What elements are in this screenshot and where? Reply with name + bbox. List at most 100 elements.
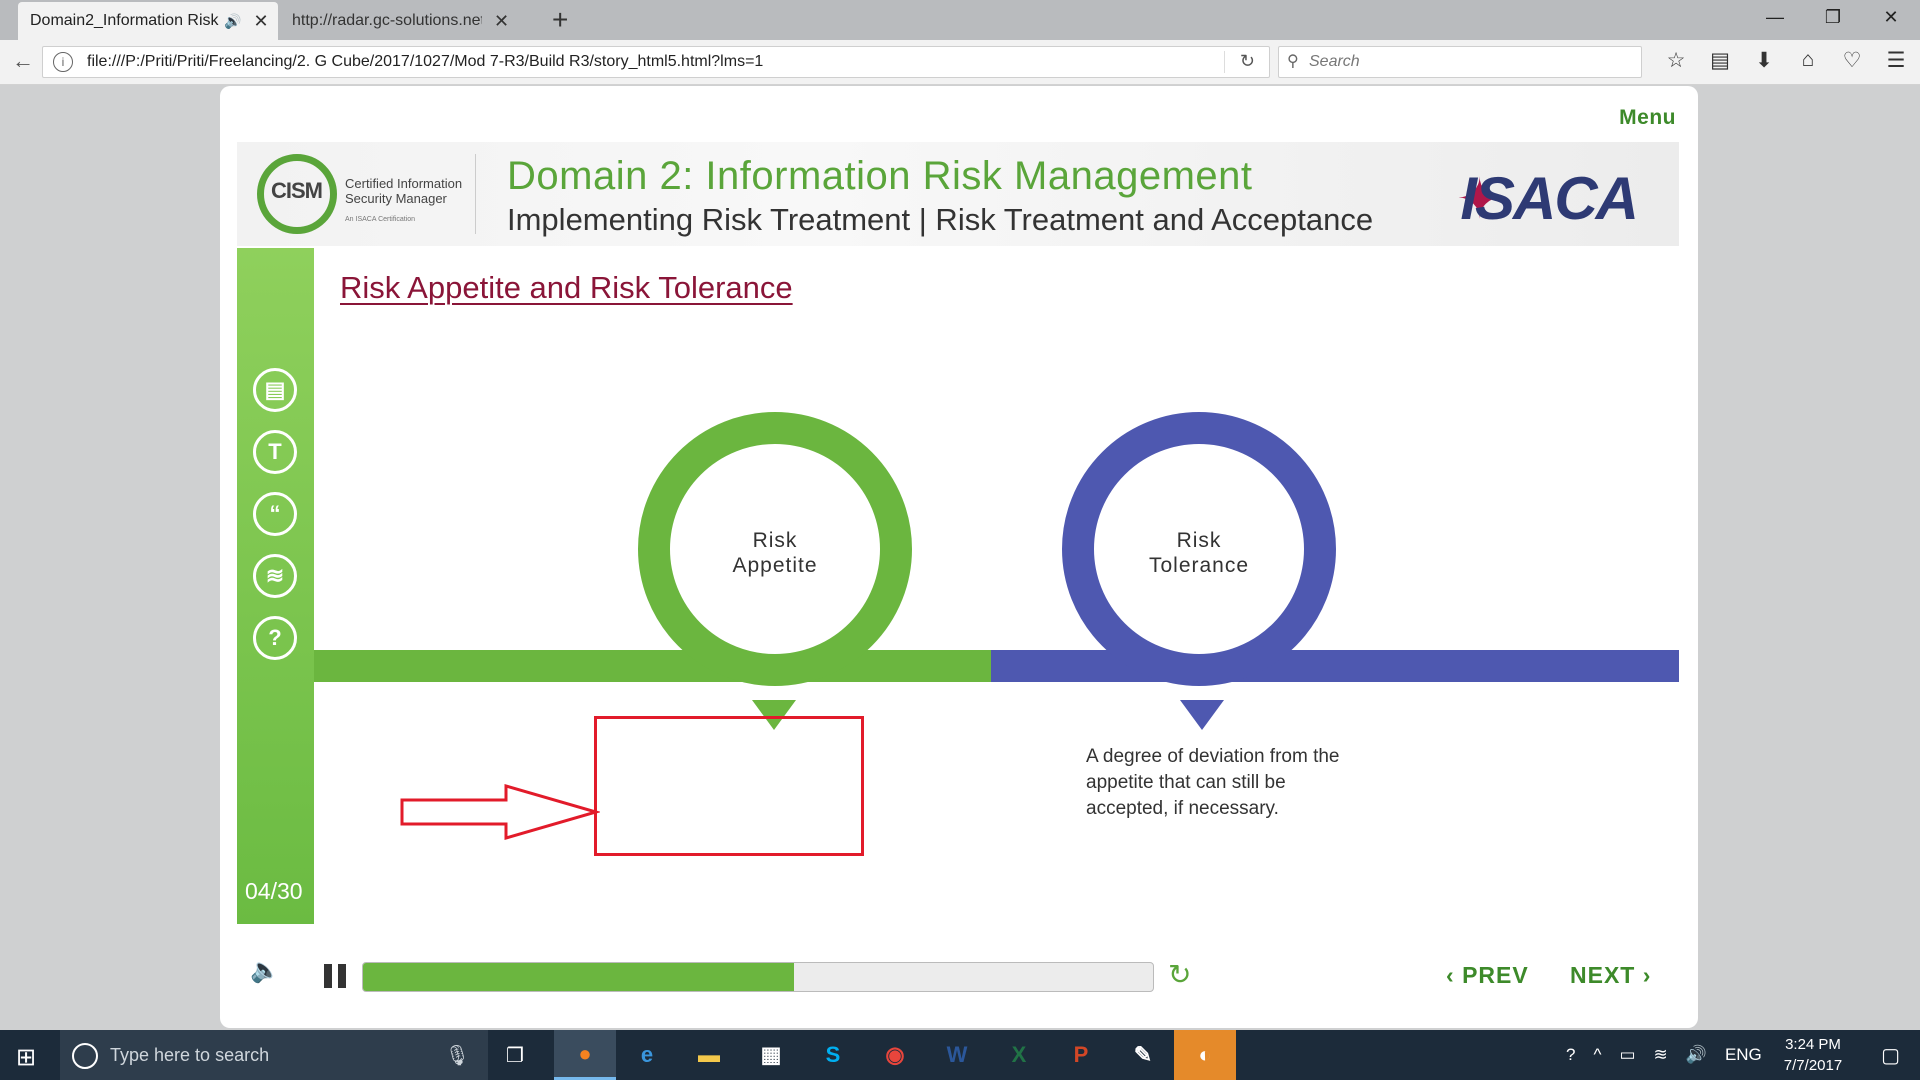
pinned-apps: ● e ▬ ▦ S ◉ W X P ✎ ◐ <box>554 1030 1236 1080</box>
slide-title: Risk Appetite and Risk Tolerance <box>340 270 793 305</box>
download-icon[interactable]: ⬇ <box>1742 48 1786 73</box>
volume-tray-icon[interactable]: 🔊 <box>1686 1045 1707 1065</box>
notifications-icon[interactable]: ▢ <box>1881 1043 1900 1068</box>
library-icon[interactable]: ▤ <box>1698 48 1742 73</box>
divider <box>475 154 476 234</box>
transcript-icon[interactable]: T <box>253 430 297 474</box>
course-title: Domain 2: Information Risk Management <box>507 154 1253 198</box>
clock-time: 3:24 PM <box>1785 1036 1841 1053</box>
wifi-icon[interactable]: ≋ <box>1654 1045 1668 1065</box>
search-input[interactable]: ⚲ Search <box>1278 46 1642 78</box>
logo-line2: Security Manager <box>345 191 447 206</box>
course-player: Menu CISM Certified Information Security… <box>220 86 1698 1028</box>
close-tab-icon[interactable]: ✕ <box>253 11 268 32</box>
seek-bar[interactable] <box>362 962 1154 992</box>
browser-tab-bar: Domain2_Information Risk M 🔊 ✕ http://ra… <box>0 0 1920 40</box>
store-icon[interactable]: ▦ <box>740 1030 802 1080</box>
course-banner: CISM Certified Information Security Mana… <box>237 142 1679 246</box>
help-icon[interactable]: ? <box>253 616 297 660</box>
taskbar-search-input[interactable]: Type here to search 🎙 <box>60 1030 488 1080</box>
pause-icon[interactable] <box>324 964 346 988</box>
taskbar: ⊞ Type here to search 🎙 ❐ ● e ▬ ▦ S ◉ W … <box>0 1030 1920 1080</box>
firefox-icon[interactable]: ● <box>554 1030 616 1080</box>
tab-title: http://radar.gc-solutions.net/ope <box>292 12 482 29</box>
new-tab-icon[interactable]: + <box>552 4 568 36</box>
quote-icon[interactable]: “ <box>253 492 297 536</box>
resources-icon[interactable]: ≋ <box>253 554 297 598</box>
restore-icon[interactable]: ❐ <box>1804 0 1862 34</box>
logo-line1: Certified Information <box>345 176 463 191</box>
label-line: Appetite <box>732 554 818 577</box>
address-bar[interactable]: i file:///P:/Priti/Priti/Freelancing/2. … <box>42 46 1270 78</box>
word-icon[interactable]: W <box>926 1030 988 1080</box>
bookmark-star-icon[interactable]: ☆ <box>1654 48 1698 73</box>
risk-tolerance-circle[interactable]: Risk Tolerance <box>1062 412 1336 686</box>
label-line: Risk <box>752 529 798 552</box>
slide-counter: 04/30 <box>245 878 303 904</box>
skype-icon[interactable]: S <box>802 1030 864 1080</box>
minimize-icon[interactable]: — <box>1746 0 1804 34</box>
back-arrow-icon[interactable]: ← <box>12 48 34 74</box>
side-toolbar: ▤ T “ ≋ ? 04/30 <box>237 248 314 924</box>
tolerance-pointer-icon <box>1180 700 1224 730</box>
next-label: NEXT <box>1570 962 1636 988</box>
clock[interactable]: 3:24 PM 7/7/2017 <box>1768 1034 1858 1076</box>
window-controls: — ❐ ✕ <box>1746 0 1920 34</box>
next-button[interactable]: NEXT › <box>1570 962 1651 989</box>
clock-date: 7/7/2017 <box>1783 1057 1843 1074</box>
app-icon[interactable]: ◐ <box>1174 1030 1236 1080</box>
windows-start-icon[interactable]: ⊞ <box>16 1043 36 1072</box>
excel-icon[interactable]: X <box>988 1030 1050 1080</box>
appetite-line <box>314 650 991 682</box>
powerpoint-icon[interactable]: P <box>1050 1030 1112 1080</box>
course-subtitle: Implementing Risk Treatment | Risk Treat… <box>507 202 1374 237</box>
url-text: file:///P:/Priti/Priti/Freelancing/2. G … <box>87 53 764 70</box>
toolbar-icons: ☆ ▤ ⬇ ⌂ ♡ ☰ <box>1654 48 1918 73</box>
taskbar-search-placeholder: Type here to search <box>110 1045 270 1065</box>
annotation-arrow-icon <box>400 784 600 840</box>
hamburger-menu-icon[interactable]: ☰ <box>1874 48 1918 73</box>
close-tab-icon[interactable]: ✕ <box>494 11 509 32</box>
close-window-icon[interactable]: ✕ <box>1862 0 1920 34</box>
risk-tolerance-label: Risk Tolerance <box>1094 528 1304 578</box>
chevron-up-icon[interactable]: ^ <box>1593 1045 1601 1065</box>
notes-icon[interactable]: ▤ <box>253 368 297 412</box>
reload-icon[interactable]: ↻ <box>1240 51 1255 72</box>
file-explorer-icon[interactable]: ▬ <box>678 1030 740 1080</box>
help-tray-icon[interactable]: ? <box>1566 1045 1575 1065</box>
search-placeholder: Search <box>1309 53 1360 70</box>
seek-bar-fill <box>363 963 795 991</box>
replay-icon[interactable]: ↻ <box>1168 958 1191 991</box>
search-icon: ⚲ <box>1287 53 1299 70</box>
logo-line3: An ISACA Certification <box>345 216 416 223</box>
annotation-box <box>594 716 864 856</box>
volume-icon[interactable]: 🔈 <box>250 956 280 985</box>
task-view-icon[interactable]: ❐ <box>506 1043 524 1068</box>
cism-logo-subtitle: Certified Information Security Manager <box>345 176 462 206</box>
prev-label: PREV <box>1462 962 1529 988</box>
tab-radar[interactable]: http://radar.gc-solutions.net/ope ✕ <box>280 2 540 40</box>
prev-button[interactable]: ‹ PREV <box>1446 962 1529 989</box>
pocket-icon[interactable]: ♡ <box>1830 48 1874 73</box>
speaker-icon[interactable]: 🔊 <box>224 13 241 30</box>
info-icon[interactable]: i <box>53 52 73 72</box>
divider <box>1224 51 1225 73</box>
battery-icon[interactable]: ▭ <box>1619 1045 1635 1065</box>
edge-icon[interactable]: e <box>616 1030 678 1080</box>
system-tray: ? ^ ▭ ≋ 🔊 ENG <box>1566 1030 1780 1080</box>
tolerance-line <box>991 650 1679 682</box>
cortana-icon <box>72 1043 98 1069</box>
paint-icon[interactable]: ✎ <box>1112 1030 1174 1080</box>
browser-nav-bar: ← i file:///P:/Priti/Priti/Freelancing/2… <box>0 40 1920 85</box>
chrome-icon[interactable]: ◉ <box>864 1030 926 1080</box>
tab-domain2[interactable]: Domain2_Information Risk M 🔊 ✕ <box>18 2 278 40</box>
risk-appetite-circle[interactable]: Risk Appetite <box>638 412 912 686</box>
risk-appetite-label: Risk Appetite <box>670 528 880 578</box>
microphone-icon[interactable]: 🎙 <box>445 1043 470 1068</box>
language-indicator[interactable]: ENG <box>1725 1045 1762 1065</box>
isaca-logo: ISACA <box>1460 165 1639 232</box>
label-line: Risk <box>1176 529 1222 552</box>
menu-button[interactable]: Menu <box>1619 106 1676 130</box>
home-icon[interactable]: ⌂ <box>1786 48 1830 73</box>
label-line: Tolerance <box>1148 554 1250 577</box>
